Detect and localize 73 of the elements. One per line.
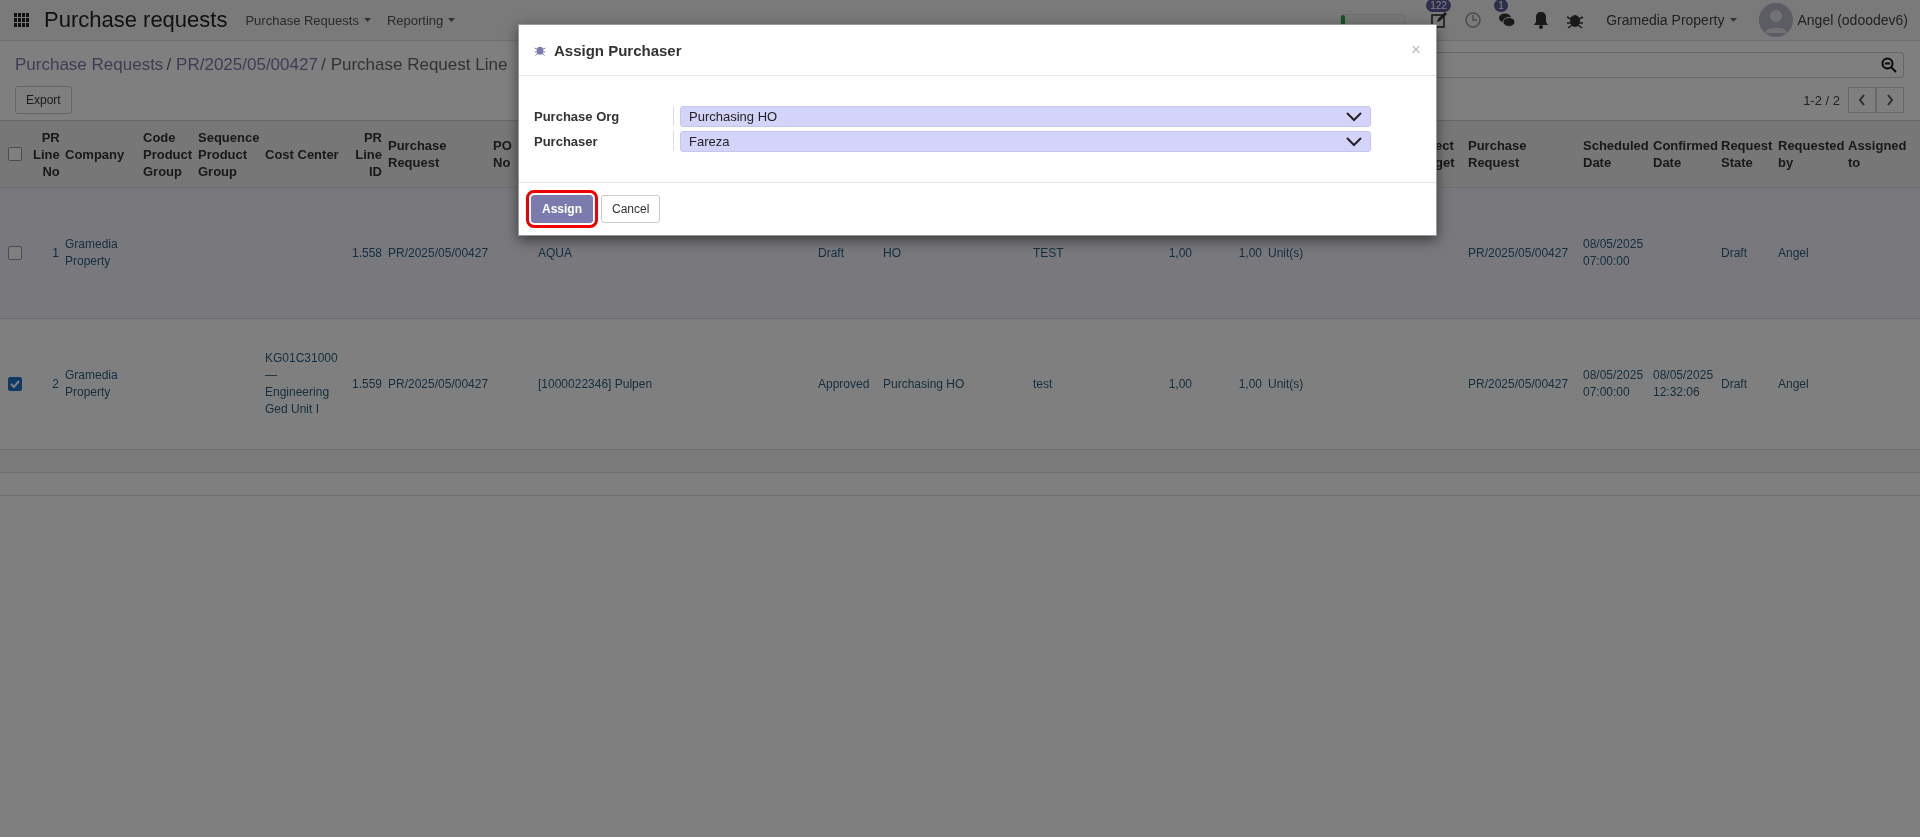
table-cell-text: 08/05/2025 07:00:00 (1583, 236, 1645, 270)
clock-icon[interactable] (1464, 11, 1483, 29)
activity-count-badge: 122 (1426, 0, 1451, 12)
table-cell: PR/2025/05/00427 (388, 375, 489, 393)
chat-icon[interactable] (1498, 11, 1517, 29)
table-cell-text: Gramedia Property (65, 236, 119, 270)
field-label: Purchase Org (534, 106, 674, 126)
table-cell: test (1033, 375, 1053, 393)
table-cell-text: KG01C31000 — Engineering Ged Unit I (265, 350, 339, 418)
table-cell: 2 (52, 375, 59, 393)
chevron-right-icon (1886, 94, 1894, 106)
caret-icon (448, 18, 456, 22)
table-cell: 1,00 (1168, 375, 1192, 393)
table-cell: Angel (1778, 375, 1809, 393)
table-cell: PR/2025/05/00427 (388, 244, 489, 262)
breadcrumb-separator: / (320, 55, 326, 75)
table-cell: Draft (1721, 375, 1747, 393)
bug-icon (534, 44, 546, 56)
cancel-button[interactable]: Cancel (601, 195, 661, 223)
table-cell: 1.558 (351, 244, 382, 262)
table-cell: 1.559 (351, 375, 382, 393)
user-name[interactable]: Angel (odoodev6) (1797, 12, 1908, 28)
bell-icon[interactable] (1532, 11, 1551, 29)
table-cell: 1 (52, 244, 59, 262)
table-cell: [1000022346] Pulpen (538, 375, 653, 393)
breadcrumb-item[interactable]: PR/2025/05/00427 (176, 55, 318, 75)
table-cell: 08/05/2025 12:32:06 (1653, 367, 1715, 401)
table-cell: TEST (1033, 244, 1064, 262)
table-cell: PR/2025/05/00427 (1468, 375, 1569, 393)
table-cell: HO (883, 244, 901, 262)
edit-icon[interactable] (1430, 11, 1449, 29)
app-title: Purchase requests (44, 7, 228, 33)
field-label: Purchaser (534, 131, 674, 151)
select-field[interactable]: Fareza (680, 131, 1371, 152)
apps-grid-icon[interactable] (14, 13, 30, 27)
chevron-down-icon (1346, 111, 1362, 122)
table-cell-text: 08/05/2025 07:00:00 (1583, 367, 1645, 401)
table-cell: 1,00 (1238, 244, 1262, 262)
chevron-left-icon (1858, 94, 1866, 106)
dialog-title: Assign Purchaser (554, 41, 682, 59)
search-icon[interactable] (1881, 57, 1897, 73)
table-cell: Purchasing HO (883, 375, 965, 393)
checkmark-icon (9, 378, 21, 390)
menu-item[interactable]: Reporting (386, 12, 456, 28)
table-cell: Draft (1721, 244, 1747, 262)
previous-page-button[interactable] (1848, 87, 1876, 113)
company-switcher[interactable]: Gramedia Property (1600, 11, 1744, 29)
next-page-button[interactable] (1876, 87, 1904, 113)
export-button[interactable]: Export (15, 86, 72, 114)
breadcrumb-item: Purchase Request Line (330, 55, 508, 75)
select-all-checkbox[interactable] (8, 147, 22, 161)
table-cell: Unit(s) (1268, 244, 1304, 262)
close-button[interactable]: × (1411, 40, 1421, 60)
caret-icon (363, 18, 371, 22)
menu-item[interactable]: Purchase Requests (245, 12, 371, 28)
caret-icon (1730, 18, 1738, 22)
select-field[interactable]: Purchasing HO (680, 106, 1371, 127)
table-cell: AQUA (538, 244, 572, 262)
table-cell: Approved (818, 375, 870, 393)
table-cell-text: Gramedia Property (65, 367, 119, 401)
message-count-badge: 1 (1494, 0, 1508, 12)
breadcrumb-item[interactable]: Purchase Requests (15, 55, 164, 75)
row-checkbox[interactable] (8, 377, 22, 391)
table-cell: Angel (1778, 244, 1809, 262)
row-checkbox[interactable] (8, 246, 22, 260)
table-cell: Draft (818, 244, 844, 262)
table-cell: 1,00 (1168, 244, 1192, 262)
pager-value: 1-2 / 2 (1803, 92, 1840, 108)
table-cell: 1,00 (1238, 375, 1262, 393)
chevron-down-icon (1346, 136, 1362, 147)
table-cell: Unit(s) (1268, 375, 1304, 393)
breadcrumb-separator: / (166, 55, 172, 75)
table-cell: PR/2025/05/00427 (1468, 244, 1569, 262)
